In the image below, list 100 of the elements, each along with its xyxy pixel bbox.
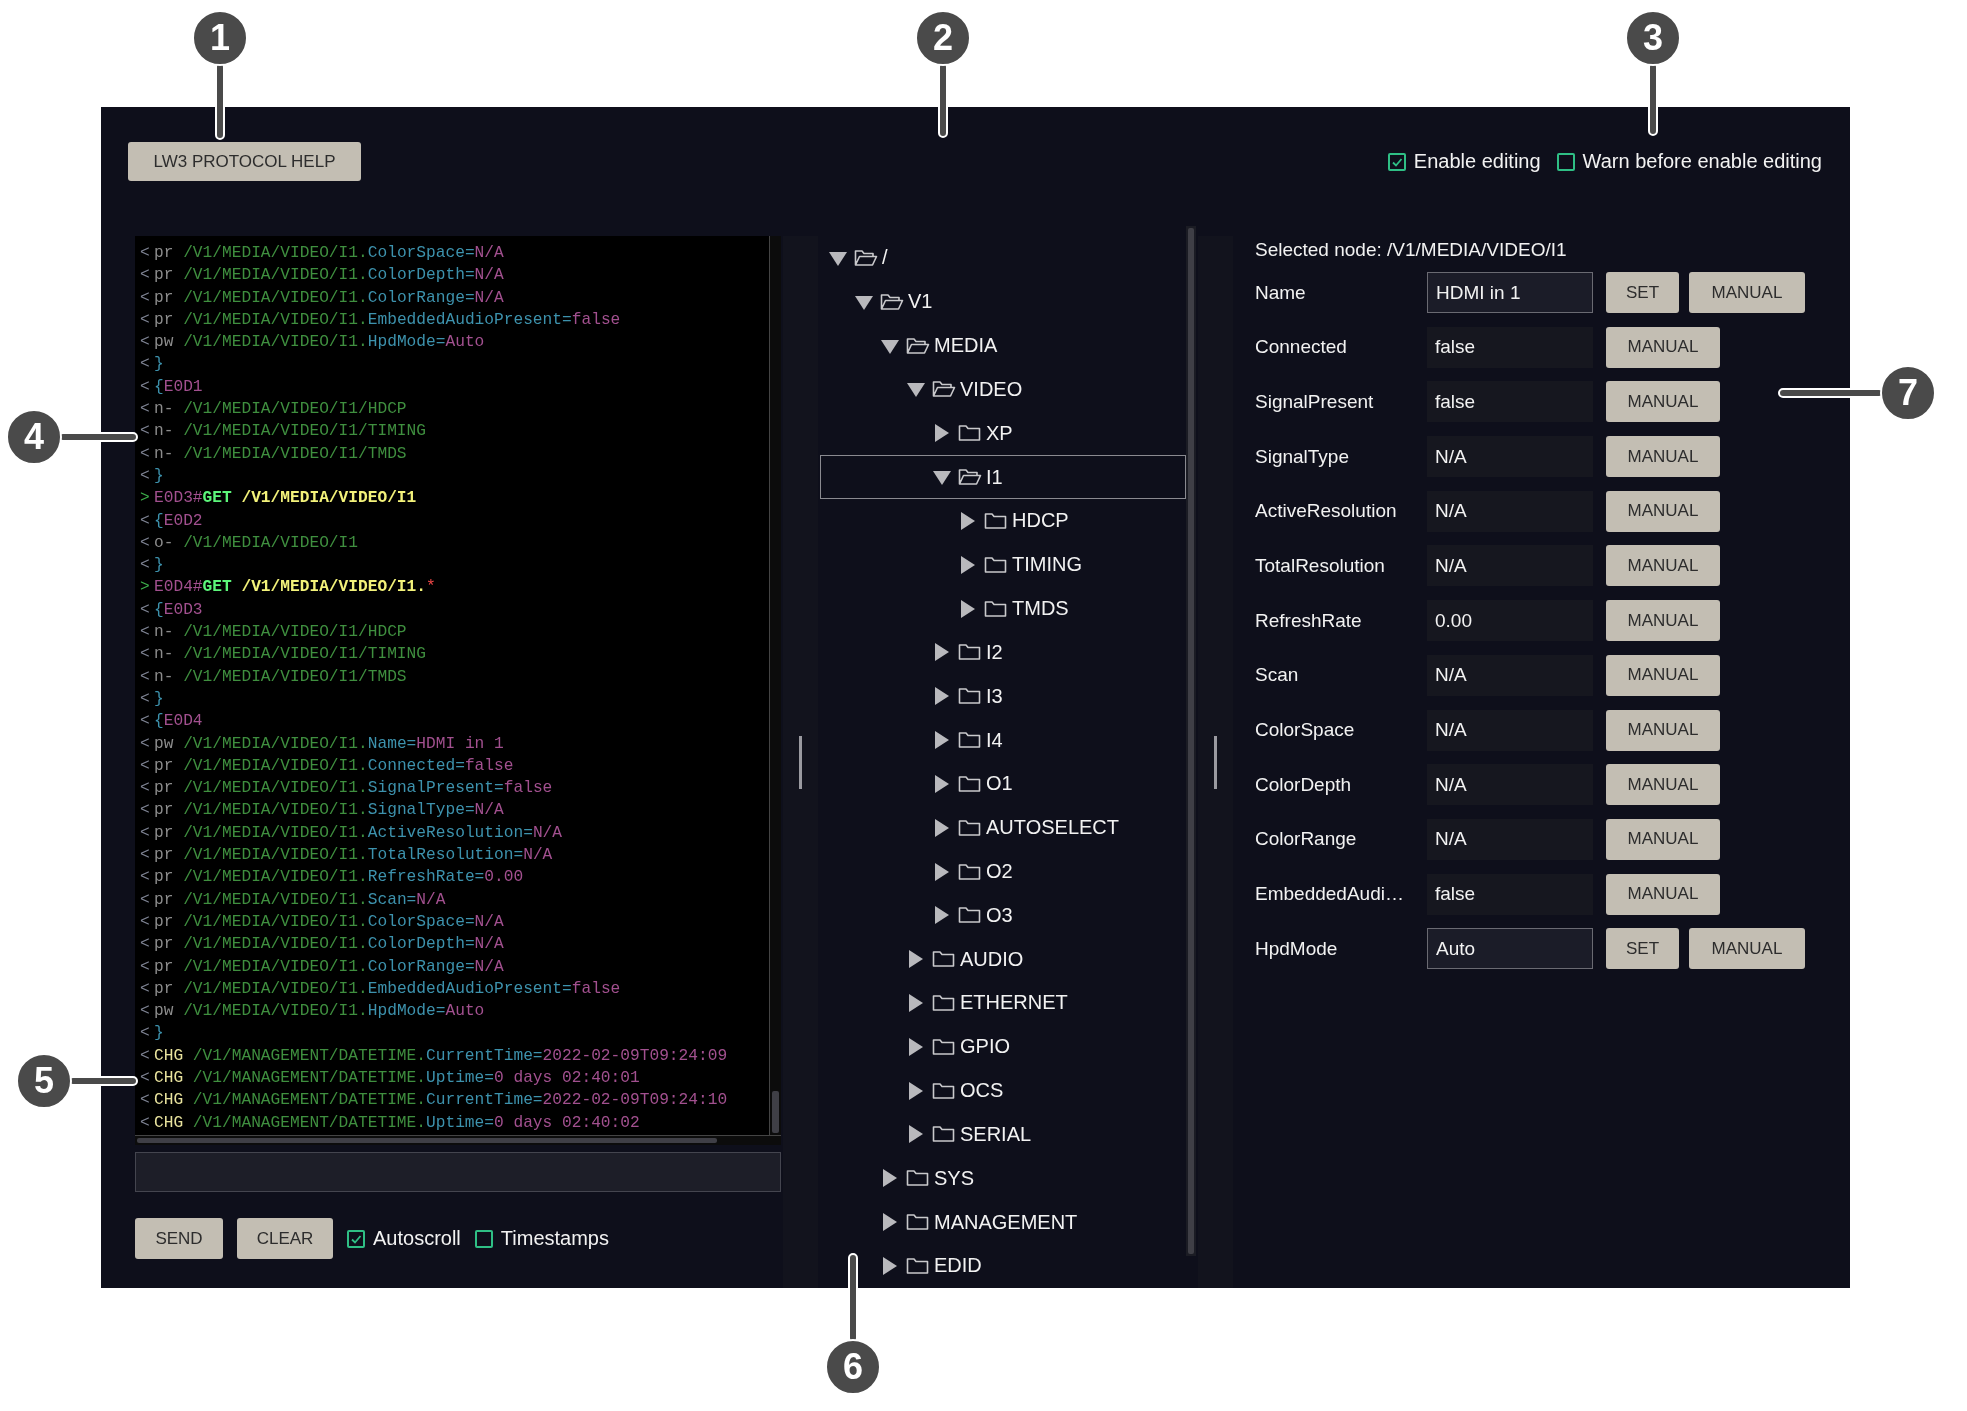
tree-label[interactable]: I2 xyxy=(986,640,1003,664)
tree-label[interactable]: AUDIO xyxy=(960,947,1024,971)
tree-label[interactable]: V1 xyxy=(908,290,933,314)
expand-triangle-icon[interactable] xyxy=(933,731,951,749)
property-button[interactable]: MANUAL xyxy=(1689,928,1805,970)
tree-item[interactable]: SYS xyxy=(820,1156,1186,1201)
tree-label[interactable]: HDCP xyxy=(1012,509,1069,533)
tree-label[interactable]: GPIO xyxy=(960,1035,1010,1059)
property-button[interactable]: MANUAL xyxy=(1606,764,1720,806)
tree-item[interactable]: O1 xyxy=(820,761,1186,806)
expand-triangle-icon[interactable] xyxy=(907,1081,925,1100)
tree-label[interactable]: I3 xyxy=(986,684,1003,708)
tree-label[interactable]: I1 xyxy=(986,465,1003,489)
property-button[interactable]: MANUAL xyxy=(1606,600,1720,642)
tree-item[interactable]: TIMING xyxy=(820,542,1186,587)
tree-label[interactable]: EDID xyxy=(934,1254,982,1278)
expand-triangle-icon[interactable] xyxy=(881,1213,899,1232)
property-button[interactable]: MANUAL xyxy=(1606,381,1720,423)
tree-item[interactable]: MANAGEMENT xyxy=(820,1200,1186,1245)
checkbox[interactable] xyxy=(347,1229,365,1248)
checkbox-label[interactable]: Warn before enable editing xyxy=(1582,150,1822,173)
tree-label[interactable]: TMDS xyxy=(1012,597,1069,621)
scrollbar-thumb[interactable] xyxy=(772,1091,779,1133)
collapse-triangle-icon[interactable] xyxy=(907,380,925,399)
property-button[interactable]: MANUAL xyxy=(1606,709,1720,751)
expand-triangle-icon[interactable] xyxy=(933,862,951,881)
tree-item[interactable]: I1 xyxy=(820,455,1186,499)
tree-item[interactable]: O3 xyxy=(820,893,1186,938)
tree-item[interactable]: I2 xyxy=(820,630,1186,675)
tree-item[interactable]: HDCP xyxy=(820,498,1186,543)
expand-triangle-icon[interactable] xyxy=(959,599,977,618)
tree-label[interactable]: MEDIA xyxy=(934,334,998,358)
property-button[interactable]: MANUAL xyxy=(1606,326,1720,368)
expand-triangle-icon[interactable] xyxy=(933,643,951,662)
checkbox-label[interactable]: Timestamps xyxy=(500,1227,609,1250)
command-input-field[interactable] xyxy=(135,1152,781,1192)
property-button[interactable]: MANUAL xyxy=(1606,654,1720,696)
checkbox-label[interactable]: Enable editing xyxy=(1413,150,1541,173)
tree-label[interactable]: O1 xyxy=(986,772,1013,796)
console-button[interactable]: SEND xyxy=(135,1218,223,1259)
expand-triangle-icon[interactable] xyxy=(907,1125,925,1144)
checkbox-label[interactable]: Autoscroll xyxy=(373,1227,461,1250)
expand-triangle-icon[interactable] xyxy=(959,555,977,574)
tree-item[interactable]: I4 xyxy=(820,718,1186,762)
expand-triangle-icon[interactable] xyxy=(933,687,951,706)
property-button[interactable]: SET xyxy=(1606,272,1679,313)
checkbox[interactable] xyxy=(1387,152,1406,171)
tree-item[interactable]: O2 xyxy=(820,849,1186,894)
checkbox[interactable] xyxy=(474,1229,493,1248)
expand-triangle-icon[interactable] xyxy=(907,950,925,969)
console-button[interactable]: CLEAR xyxy=(237,1218,333,1259)
expand-triangle-icon[interactable] xyxy=(933,906,951,925)
tree-label[interactable]: / xyxy=(882,246,888,270)
expand-triangle-icon[interactable] xyxy=(933,424,951,443)
expand-triangle-icon[interactable] xyxy=(933,818,951,837)
expand-triangle-icon[interactable] xyxy=(933,774,951,793)
tree-label[interactable]: AUTOSELECT xyxy=(986,816,1119,840)
tree-item[interactable]: AUDIO xyxy=(820,937,1186,982)
tree-item[interactable]: / xyxy=(820,236,1186,280)
expand-triangle-icon[interactable] xyxy=(959,511,977,530)
tree-item[interactable]: V1 xyxy=(820,279,1186,324)
splitter-handle[interactable] xyxy=(1214,735,1217,789)
tree-item[interactable]: GPIO xyxy=(820,1024,1186,1069)
collapse-triangle-icon[interactable] xyxy=(933,468,951,487)
tree-item[interactable]: AUTOSELECT xyxy=(820,805,1186,850)
tree-item[interactable]: SERIAL xyxy=(820,1112,1186,1157)
tree-item[interactable]: OCS xyxy=(820,1068,1186,1113)
property-button[interactable]: MANUAL xyxy=(1606,545,1720,587)
tree-item[interactable]: EDID xyxy=(820,1244,1186,1288)
tree-label[interactable]: ETHERNET xyxy=(960,991,1068,1015)
scrollbar[interactable] xyxy=(135,1135,781,1145)
expand-triangle-icon[interactable] xyxy=(881,1169,899,1188)
tree-item[interactable]: TMDS xyxy=(820,586,1186,631)
splitter-handle[interactable] xyxy=(799,735,802,789)
tree-label[interactable]: SYS xyxy=(934,1166,975,1190)
tree-item[interactable]: I3 xyxy=(820,674,1186,719)
expand-triangle-icon[interactable] xyxy=(881,1256,899,1275)
expand-triangle-icon[interactable] xyxy=(907,1037,925,1056)
tree-label[interactable]: XP xyxy=(986,421,1013,445)
property-button[interactable]: MANUAL xyxy=(1606,490,1720,532)
tree-label[interactable]: O2 xyxy=(986,860,1013,883)
tree-label[interactable]: O3 xyxy=(986,903,1013,927)
tree-item[interactable]: VIDEO xyxy=(820,367,1186,412)
tree-item[interactable]: MEDIA xyxy=(820,323,1186,368)
property-button[interactable]: MANUAL xyxy=(1606,873,1720,915)
tree-item[interactable]: XP xyxy=(820,411,1186,456)
property-button[interactable]: SET xyxy=(1606,928,1679,970)
scrollbar[interactable] xyxy=(769,236,781,1135)
scrollbar-thumb[interactable] xyxy=(137,1138,717,1143)
tree-label[interactable]: I4 xyxy=(986,728,1003,752)
tree-label[interactable]: SERIAL xyxy=(960,1122,1032,1146)
property-button[interactable]: MANUAL xyxy=(1606,436,1720,478)
value-input-field[interactable]: Auto xyxy=(1427,928,1593,970)
property-button[interactable]: MANUAL xyxy=(1689,272,1805,313)
value-input-field[interactable]: HDMI in 1 xyxy=(1427,272,1593,313)
tree-item[interactable]: ETHERNET xyxy=(820,981,1186,1025)
tree-label[interactable]: TIMING xyxy=(1012,553,1082,577)
tree-label[interactable]: MANAGEMENT xyxy=(934,1210,1078,1234)
help-button[interactable]: LW3 PROTOCOL HELP xyxy=(128,142,361,181)
tree-label[interactable]: OCS xyxy=(960,1079,1004,1103)
